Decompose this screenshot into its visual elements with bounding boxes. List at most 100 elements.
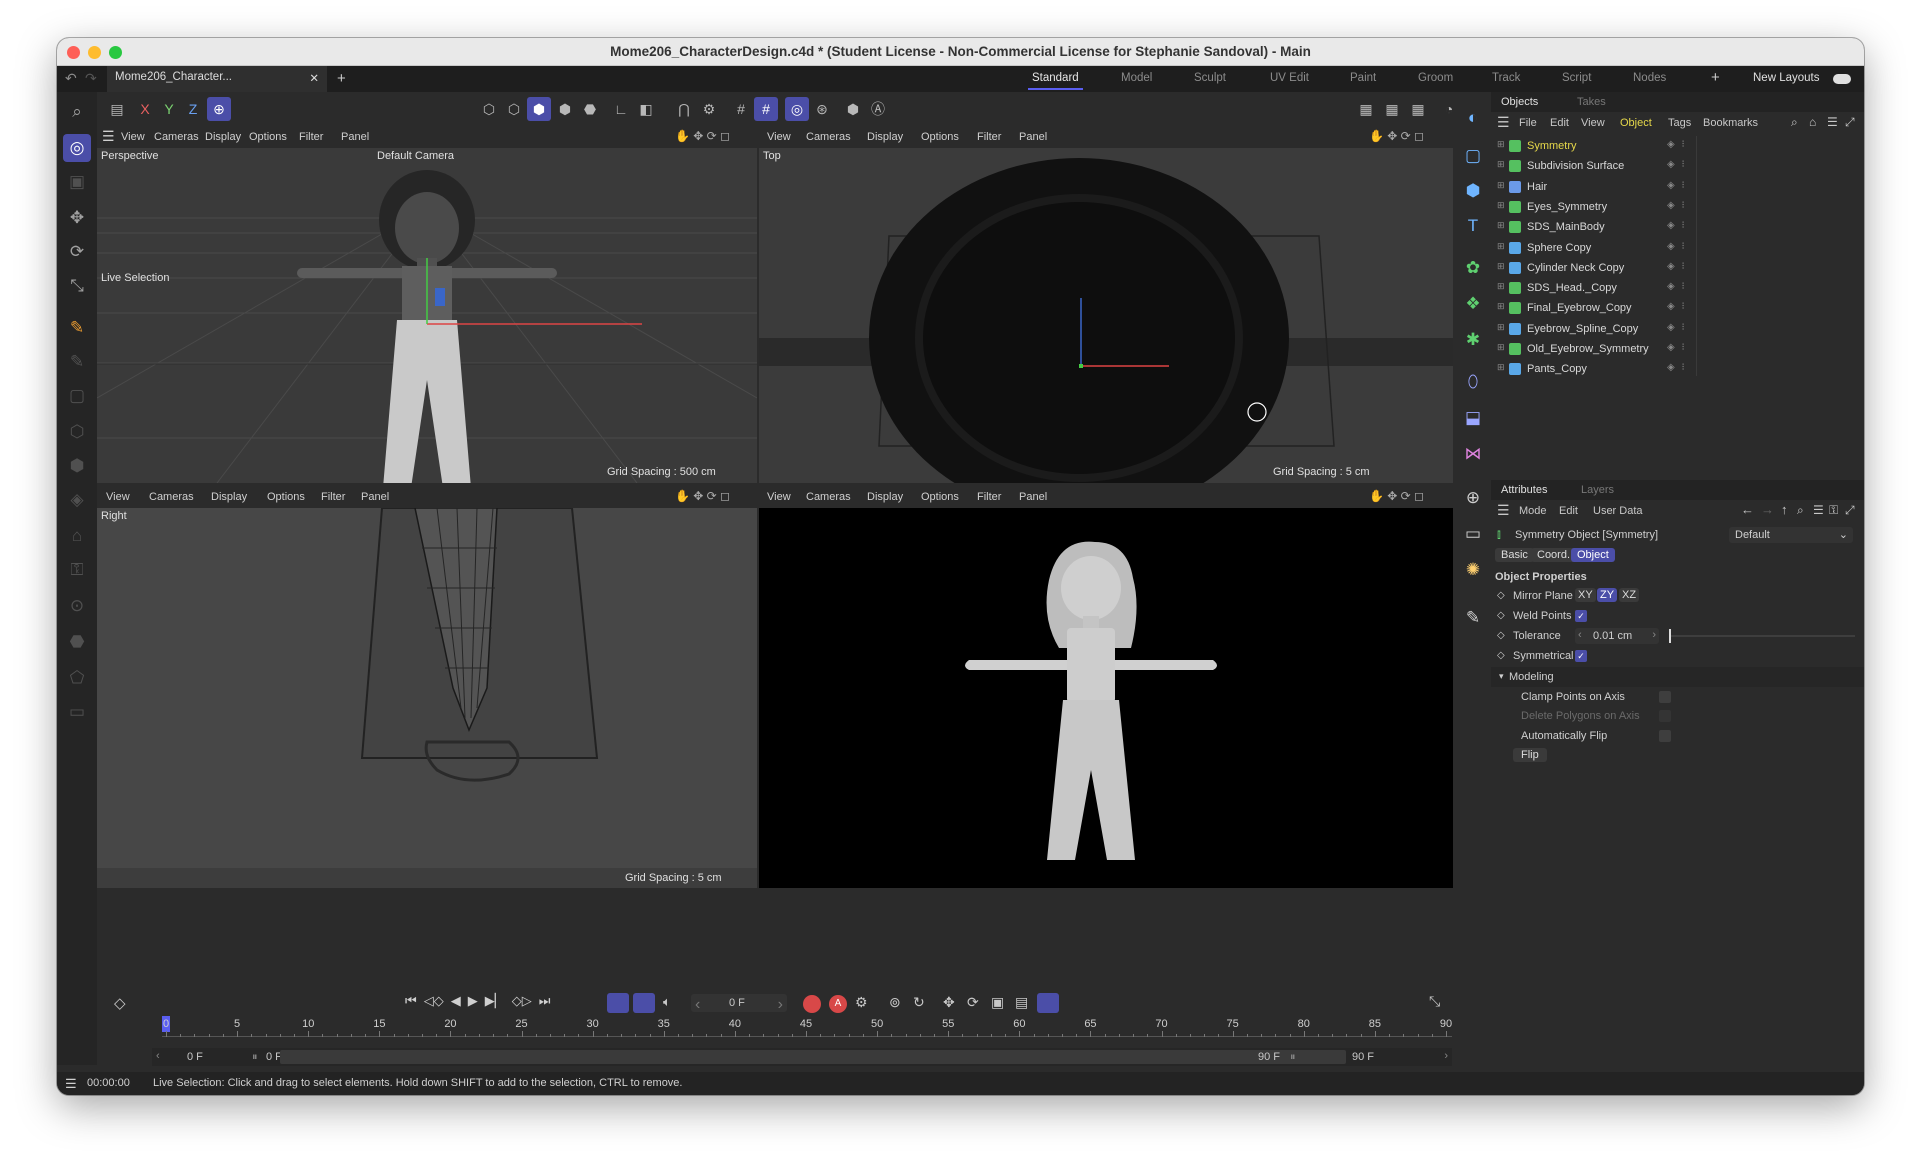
solo-icon[interactable]: ◧	[634, 97, 658, 121]
brush-tool-icon[interactable]: ✎	[63, 314, 91, 342]
cube-object-icon[interactable]: ⬢	[1459, 177, 1487, 205]
render-settings-icon[interactable]: ▦	[1406, 97, 1430, 121]
next-key-icon[interactable]: ◇▷	[512, 993, 532, 1009]
expand-icon[interactable]: ⊞	[1497, 301, 1505, 312]
minimize-window-button[interactable]	[88, 46, 101, 59]
viewport-nav-icons[interactable]: ✋ ✥ ⟳ ◻	[675, 129, 730, 143]
scale-icon[interactable]: ⤡	[63, 272, 91, 300]
grid-snap-on-icon[interactable]: #	[754, 97, 778, 121]
menu-options[interactable]: Options	[267, 491, 305, 503]
expand-icon[interactable]: ⊞	[1497, 139, 1505, 150]
key-pla-icon[interactable]: ▣	[991, 994, 1004, 1011]
tab-objects[interactable]: Objects	[1501, 96, 1538, 108]
expand-icon[interactable]: ⊞	[1497, 220, 1505, 231]
polygon-mode-icon[interactable]: ▢	[63, 382, 91, 410]
viewport-canvas[interactable]: Top Grid Spacing : 5 cm	[759, 148, 1453, 483]
axis-x-button[interactable]: X	[133, 97, 157, 121]
model-mode-icon[interactable]: ⬡	[63, 418, 91, 446]
keyframe-diamond-icon[interactable]: ◇	[1497, 610, 1505, 621]
expand-icon[interactable]: ⊞	[1497, 322, 1505, 333]
selection-rect-icon[interactable]: ▣	[63, 168, 91, 196]
menu-mode[interactable]: Mode	[1519, 505, 1547, 517]
status-menu-icon[interactable]: ☰	[65, 1076, 77, 1092]
menu-cameras[interactable]: Cameras	[154, 131, 199, 143]
menu-cameras[interactable]: Cameras	[806, 491, 851, 503]
close-window-button[interactable]	[67, 46, 80, 59]
visibility-icon[interactable]: ◈ ⁝	[1667, 200, 1687, 211]
key-scale-icon[interactable]: ✥	[943, 994, 955, 1011]
visibility-icon[interactable]: ◈ ⁝	[1667, 342, 1687, 353]
light-icon[interactable]: ✺	[1459, 556, 1487, 584]
visibility-icon[interactable]: ◈ ⁝	[1667, 281, 1687, 292]
axis-z-button[interactable]: Z	[181, 97, 205, 121]
decrement-icon[interactable]: ‹	[695, 996, 700, 1014]
object-row[interactable]: ⊞ Sphere Copy ◈ ⁝	[1491, 238, 1864, 258]
axis-mode-icon[interactable]: ∟	[609, 97, 633, 121]
viewport-right[interactable]: View Cameras Display Options Filter Pane…	[97, 486, 757, 888]
keyframe-diamond-icon[interactable]: ◇	[1497, 650, 1505, 661]
viewport-menu-icon[interactable]: ☰	[102, 128, 115, 145]
menu-view[interactable]: View	[767, 491, 791, 503]
clamp-checkbox[interactable]	[1659, 691, 1671, 703]
expand-icon[interactable]: ⊞	[1497, 241, 1505, 252]
redo-icon[interactable]: ↷	[85, 70, 97, 87]
layout-tab-model[interactable]: Model	[1121, 72, 1152, 84]
increment-icon[interactable]: ›	[1652, 629, 1656, 641]
layout-tab-nodes[interactable]: Nodes	[1633, 72, 1666, 84]
viewport-nav-icons[interactable]: ✋ ✥ ⟳ ◻	[1369, 129, 1424, 143]
scrub-toggle-icon[interactable]	[1037, 993, 1059, 1013]
move-icon[interactable]: ✥	[63, 204, 91, 232]
object-row[interactable]: ⊞ SDS_MainBody ◈ ⁝	[1491, 217, 1864, 237]
spline-icon[interactable]: ⋈	[1459, 440, 1487, 468]
menu-options[interactable]: Options	[249, 131, 287, 143]
menu-cameras[interactable]: Cameras	[149, 491, 194, 503]
key-rotation-icon[interactable]: ↻	[913, 994, 925, 1011]
menu-view[interactable]: View	[767, 131, 791, 143]
menu-user-data[interactable]: User Data	[1593, 505, 1643, 517]
render-view-icon[interactable]: ▦	[1354, 97, 1378, 121]
play-icon[interactable]: ▶	[468, 993, 478, 1009]
axis-y-button[interactable]: Y	[157, 97, 181, 121]
tolerance-slider-track[interactable]	[1669, 635, 1855, 637]
increment-icon[interactable]: ›	[778, 996, 783, 1014]
brush-tool-2-icon[interactable]: ✎	[63, 348, 91, 376]
model-icon[interactable]: ⬢	[553, 97, 577, 121]
layout-tab-sculpt[interactable]: Sculpt	[1194, 72, 1226, 84]
object-mode-icon[interactable]: ⬢	[63, 452, 91, 480]
plane-xy-button[interactable]: XY	[1575, 588, 1596, 602]
object-row[interactable]: ⊞ Symmetry ◈ ⁝	[1491, 136, 1864, 156]
snap-target-icon[interactable]: ◎	[785, 97, 809, 121]
keyframe-diamond-icon[interactable]: ◇	[114, 994, 126, 1012]
edges-icon[interactable]: ⬡	[502, 97, 526, 121]
modeling-group-header[interactable]: ▾ Modeling	[1491, 667, 1864, 687]
viewport-nav-icons[interactable]: ✋ ✥ ⟳ ◻	[675, 489, 730, 503]
increment-icon[interactable]: ›	[1444, 1050, 1448, 1062]
menu-filter[interactable]: Filter	[977, 131, 1001, 143]
loop-toggle-icon[interactable]	[607, 993, 629, 1013]
edges-mode-icon[interactable]: ⬠	[63, 664, 91, 692]
menu-filter[interactable]: Filter	[321, 491, 345, 503]
menu-object[interactable]: Object	[1620, 117, 1652, 129]
viewport-top[interactable]: View Cameras Display Options Filter Pane…	[759, 126, 1453, 483]
visibility-icon[interactable]: ◈ ⁝	[1667, 159, 1687, 170]
snap-settings-icon[interactable]: ⊛	[810, 97, 834, 121]
menu-options[interactable]: Options	[921, 131, 959, 143]
object-row[interactable]: ⊞ Final_Eyebrow_Copy ◈ ⁝	[1491, 298, 1864, 318]
tab-takes[interactable]: Takes	[1577, 96, 1606, 108]
go-to-start-icon[interactable]: ⏮	[405, 993, 417, 1009]
tab-layers[interactable]: Layers	[1581, 484, 1614, 496]
layout-tab-script[interactable]: Script	[1562, 72, 1591, 84]
lock-icon[interactable]: ⚿	[1829, 503, 1838, 518]
menu-panel[interactable]: Panel	[361, 491, 389, 503]
viewport-front-render[interactable]: View Cameras Display Options Filter Pane…	[759, 486, 1453, 888]
delete-polygons-checkbox[interactable]	[1659, 710, 1671, 722]
auto-flip-checkbox[interactable]	[1659, 730, 1671, 742]
auto-icon[interactable]: Ⓐ	[866, 97, 890, 121]
deformer-icon[interactable]: ⬯	[1459, 368, 1487, 396]
search-icon[interactable]: ⌕	[63, 98, 91, 126]
filter-icon[interactable]: ☰	[1813, 503, 1824, 517]
menu-panel[interactable]: Panel	[1019, 131, 1047, 143]
lock-workplane-icon[interactable]: ⬢	[841, 97, 865, 121]
layout-tab-groom[interactable]: Groom	[1418, 72, 1453, 84]
coordinate-manager-icon[interactable]: ▤	[105, 97, 129, 121]
